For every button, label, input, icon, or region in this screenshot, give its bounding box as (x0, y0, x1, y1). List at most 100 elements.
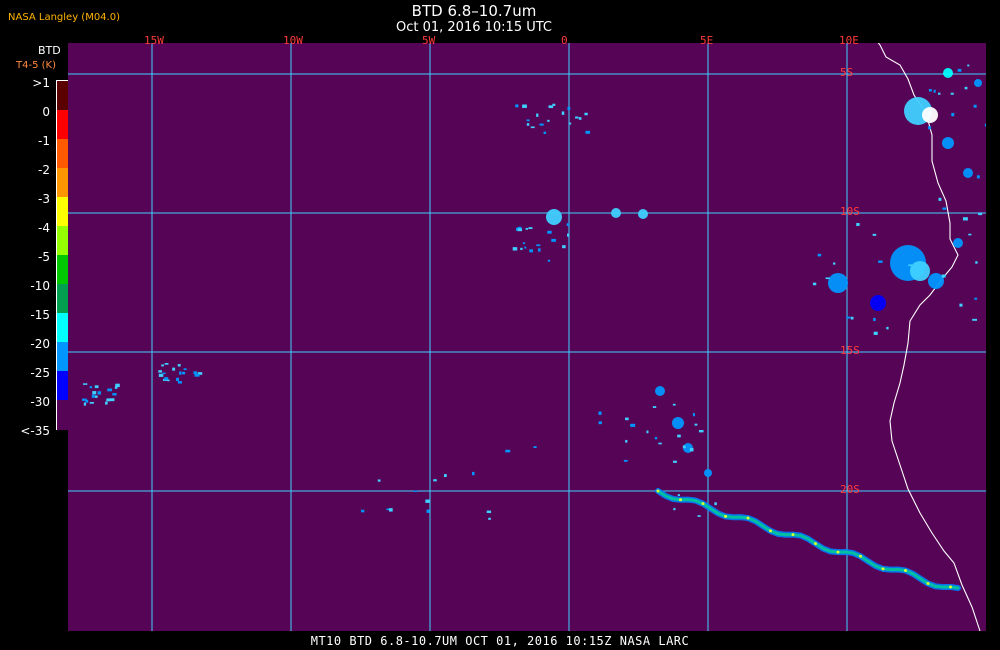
cloud-speck (973, 104, 977, 108)
cloud-speck (488, 517, 491, 520)
cloud-speck (538, 248, 541, 252)
cloud-speck (551, 238, 556, 242)
longitude-label: 5W (422, 34, 436, 47)
cloud-speck (658, 442, 662, 445)
cloud-speck (968, 233, 972, 236)
map-title: BTD 6.8–10.7um (411, 2, 537, 20)
cloud-speck (536, 113, 539, 117)
cloud-speck (625, 417, 629, 421)
cloud-speck (941, 274, 946, 278)
longitude-label: 15W (144, 34, 164, 47)
legend-title: BTD (38, 44, 61, 57)
cloud-speck (547, 119, 550, 122)
cloud-speck (361, 509, 365, 513)
cloud-speck (585, 130, 591, 134)
cloud-cluster (870, 295, 886, 311)
cloud-speck (164, 363, 169, 365)
cloud-speck (598, 421, 602, 425)
cloud-cluster (828, 273, 848, 293)
colorbar-tick-label: -2 (38, 163, 50, 177)
cloud-speck (520, 247, 523, 250)
cloud-speck (177, 381, 182, 384)
colorbar-tick-label: -30 (30, 395, 50, 409)
cloud-band-core (814, 542, 817, 546)
colorbar-tick-label: -5 (38, 250, 50, 264)
cloud-speck (625, 439, 628, 443)
cloud-speck (873, 331, 878, 335)
cloud-speck (974, 297, 978, 300)
latitude-label: 10S (840, 205, 860, 218)
cloud-speck (972, 318, 978, 321)
cloud-speck (162, 372, 166, 375)
cloud-speck (677, 494, 681, 496)
cloud-speck (562, 245, 566, 249)
cloud-speck (673, 507, 676, 511)
cloud-speck (698, 429, 704, 433)
cloud-speck (539, 123, 544, 126)
cloud-cluster (638, 209, 648, 219)
cloud-band-core (769, 529, 772, 533)
cloud-speck (598, 411, 602, 415)
cloud-speck (105, 401, 108, 405)
cloud-speck (183, 368, 187, 371)
cloud-speck (543, 131, 547, 135)
cloud-speck (714, 502, 717, 506)
cloud-speck (97, 391, 101, 395)
cloud-speck (522, 104, 527, 108)
cloud-speck (561, 111, 565, 115)
cloud-speck (525, 227, 528, 230)
cloud-speck (167, 379, 170, 382)
cloud-speck (697, 515, 701, 517)
cloud-speck (505, 449, 511, 453)
colorbar-tick-label: <-35 (20, 424, 50, 438)
cloud-speck (567, 106, 571, 110)
cloud-speck (426, 509, 430, 513)
cloud-speck (176, 377, 180, 382)
cloud-speck (517, 228, 523, 232)
cloud-speck (825, 277, 830, 280)
cloud-speck (872, 233, 877, 236)
map-canvas (68, 43, 986, 631)
cloud-speck (873, 317, 876, 321)
cloud-speck (886, 326, 889, 330)
cloud-speck (89, 386, 93, 389)
cloud-speck (512, 247, 518, 251)
cloud-speck (568, 122, 572, 125)
cloud-speck (377, 479, 381, 482)
cloud-speck (414, 490, 417, 493)
cloud-speck (515, 104, 519, 108)
cloud-speck (92, 391, 97, 395)
cloud-cluster (611, 208, 621, 218)
cloud-speck (158, 373, 164, 377)
cloud-speck (856, 223, 860, 226)
cloud-speck (937, 92, 941, 95)
cloud-speck (846, 316, 851, 319)
cloud-cluster (928, 273, 944, 289)
cloud-speck (566, 223, 570, 226)
colorbar-tick-label: >1 (32, 76, 50, 90)
cloud-speck (962, 217, 968, 221)
cloud-speck (976, 175, 980, 179)
cloud-speck (106, 398, 111, 402)
cloud-speck (654, 437, 658, 440)
legend-subtitle: T4-5 (K) (16, 60, 56, 71)
cloud-speck (623, 459, 628, 462)
cloud-cluster (922, 107, 938, 123)
footer-caption: MT10 BTD 6.8-10.7UM OCT 01, 2016 10:15Z … (310, 634, 690, 648)
longitude-label: 0 (561, 34, 568, 47)
cloud-speck (529, 249, 534, 253)
cloud-speck (91, 394, 95, 398)
cloud-speck (522, 242, 526, 245)
colorbar-tick-label: 0 (42, 105, 50, 119)
cloud-speck (83, 402, 87, 406)
cloud-speck (850, 316, 854, 320)
cloud-speck (694, 423, 698, 426)
cloud-speck (552, 103, 556, 106)
cloud-band-core (679, 498, 682, 502)
cloud-speck (177, 364, 181, 367)
cloud-speck (964, 86, 968, 90)
longitude-label: 10E (839, 34, 859, 47)
coastline (877, 43, 981, 631)
cloud-speck (524, 246, 527, 249)
longitude-label: 5E (700, 34, 714, 47)
